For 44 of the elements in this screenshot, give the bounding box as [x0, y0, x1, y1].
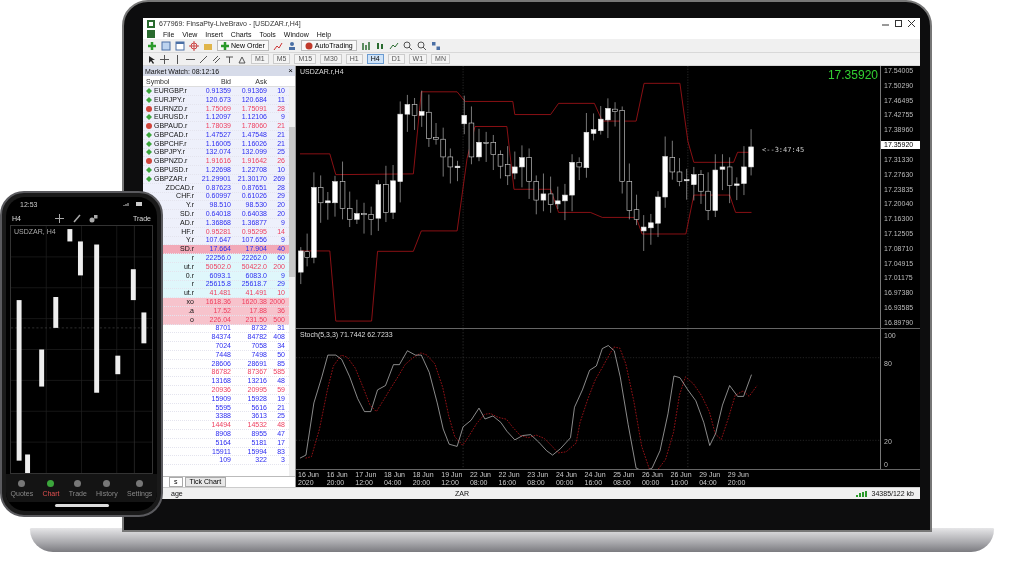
channel-icon[interactable] — [212, 54, 221, 64]
candle — [141, 312, 147, 344]
circle-icon — [46, 479, 56, 488]
cursor-icon[interactable] — [147, 54, 156, 64]
stop-icon — [304, 41, 313, 50]
pen-icon[interactable] — [72, 213, 82, 223]
close-icon[interactable] — [907, 19, 916, 28]
price-readout: 17.35920 — [827, 68, 878, 82]
shapes-icon[interactable] — [238, 54, 247, 64]
chart-icon[interactable] — [272, 40, 283, 51]
candle — [25, 454, 31, 473]
close-button[interactable]: × — [288, 67, 293, 75]
circle-icon — [17, 479, 27, 488]
candle — [115, 355, 121, 375]
window-icon[interactable] — [175, 40, 185, 51]
plus-icon — [221, 41, 229, 50]
bar-chart-icon[interactable] — [360, 40, 371, 51]
shapes-icon[interactable] — [89, 213, 99, 223]
candle — [67, 229, 73, 242]
scrollbar[interactable] — [289, 87, 295, 476]
app-icon — [147, 30, 155, 38]
candle — [53, 297, 59, 328]
crosshair-icon[interactable] — [160, 54, 169, 64]
circle-icon — [135, 479, 145, 488]
trendline-icon[interactable] — [199, 54, 208, 64]
connection-bars-icon — [855, 489, 868, 498]
candle — [39, 349, 45, 387]
crosshair-icon[interactable] — [189, 40, 199, 51]
zoom-in-icon[interactable] — [402, 40, 413, 51]
maximize-icon[interactable] — [894, 19, 903, 28]
circle-icon — [73, 479, 83, 488]
candle — [130, 269, 136, 301]
crosshair-icon[interactable] — [55, 213, 65, 223]
tile-icon[interactable] — [430, 40, 441, 51]
candle — [77, 241, 83, 276]
zoom-out-icon[interactable] — [416, 40, 427, 51]
candle-chart-icon[interactable] — [374, 40, 385, 51]
line-chart-icon[interactable] — [388, 40, 399, 51]
text-icon[interactable] — [225, 54, 234, 64]
person-icon[interactable] — [286, 40, 297, 51]
document-icon[interactable] — [161, 40, 171, 51]
home-indicator — [54, 504, 109, 507]
circle-icon — [102, 479, 112, 488]
signal-battery-icon — [123, 201, 143, 207]
